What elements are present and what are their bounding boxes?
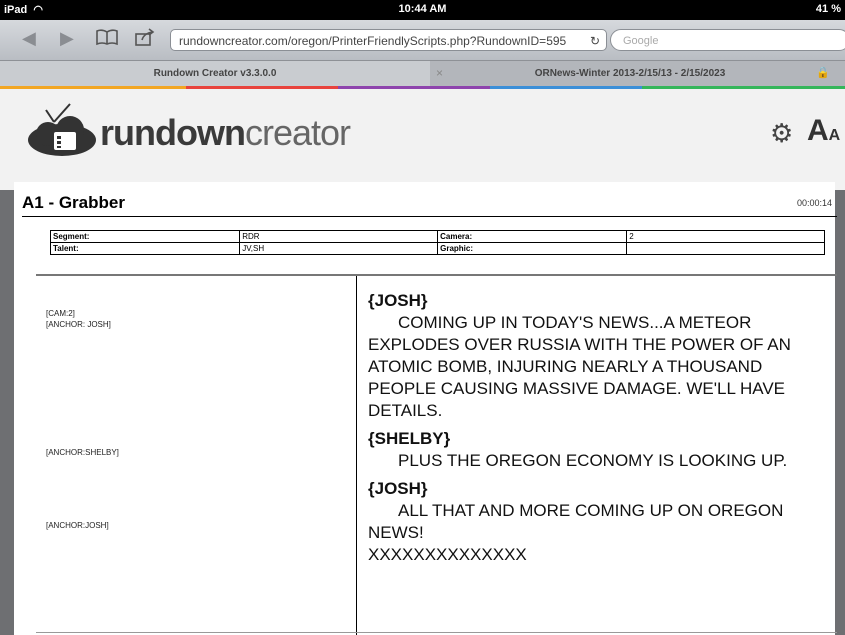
cue-block: [ANCHOR:JOSH]: [46, 520, 109, 531]
tab-bar: Rundown Creator v3.3.0.0 × ORNews-Winter…: [0, 61, 845, 86]
segment-label: Segment:: [49, 230, 241, 243]
cue-line: [ANCHOR:SHELBY]: [46, 448, 119, 457]
back-icon[interactable]: ◀: [22, 28, 36, 49]
speaker-name: {JOSH}: [368, 479, 428, 498]
speaker-name: {SHELBY}: [368, 429, 451, 448]
share-icon[interactable]: [134, 28, 156, 51]
graphic-label: Graphic:: [437, 242, 628, 255]
story-duration: 00:00:14: [797, 198, 833, 208]
reload-icon[interactable]: ↻: [590, 30, 600, 50]
lock-icon: 🔒: [816, 67, 830, 79]
tab-ornews[interactable]: ORNews-Winter 2013-2/15/13 - 2/15/2023: [460, 61, 800, 86]
font-size-icon[interactable]: AA: [807, 114, 840, 148]
bookmarks-icon[interactable]: [96, 28, 118, 51]
right-gutter: [835, 190, 845, 635]
script-paragraph: ALL THAT AND MORE COMING UP ON OREGON NE…: [368, 501, 784, 542]
logo-wordmark: rundowncreator: [100, 112, 351, 153]
forward-icon[interactable]: ▶: [60, 28, 74, 49]
camera-label: Camera:: [437, 230, 628, 243]
column-divider: [356, 276, 357, 635]
settings-gear-icon[interactable]: ⚙: [770, 118, 793, 149]
tab-rundown-creator[interactable]: Rundown Creator v3.3.0.0: [0, 61, 430, 86]
story-info-table: Segment: RDR Camera: 2 Talent: JV,SH Gra…: [49, 230, 825, 255]
script-paragraph: COMING UP IN TODAY'S NEWS...A METEOR EXP…: [368, 313, 791, 420]
camera-value: 2: [626, 230, 825, 243]
status-battery: 41 %: [815, 3, 841, 15]
story-title: A1 - Grabber: [22, 193, 125, 212]
script-paragraph: PLUS THE OREGON ECONOMY IS LOOKING UP.: [398, 451, 788, 470]
speaker-name: {JOSH}: [368, 291, 428, 310]
graphic-value: [626, 242, 825, 255]
segment-value: RDR: [239, 230, 439, 243]
cue-block: [CAM:2] [ANCHOR: JOSH]: [46, 308, 111, 330]
status-time: 10:44 AM: [398, 3, 447, 15]
talent-label: Talent:: [49, 242, 241, 255]
section-rule: [36, 274, 837, 276]
talent-value: JV,SH: [239, 242, 439, 255]
search-field[interactable]: Google: [610, 29, 845, 51]
bottom-rule: [36, 632, 837, 633]
rundowncreator-logo-icon: [24, 100, 99, 160]
cue-line: [CAM:2]: [46, 309, 75, 318]
script-text: {JOSH} COMING UP IN TODAY'S NEWS...A MET…: [368, 288, 828, 566]
close-tab-icon[interactable]: ×: [436, 61, 443, 86]
search-placeholder: Google: [623, 35, 659, 47]
cue-block: [ANCHOR:SHELBY]: [46, 447, 119, 458]
status-bar: iPad ︎ ◠ 10:44 AM 41 %: [0, 0, 845, 20]
left-gutter: [0, 190, 14, 635]
address-bar[interactable]: rundowncreator.com/oregon/PrinterFriendl…: [170, 29, 607, 51]
browser-toolbar: ◀ ▶ rundowncreator.com/oregon/PrinterFri…: [0, 20, 845, 61]
cue-line: [ANCHOR:JOSH]: [46, 521, 109, 530]
url-text: rundowncreator.com/oregon/PrinterFriendl…: [179, 34, 567, 48]
cue-line: [ANCHOR: JOSH]: [46, 320, 111, 329]
title-rule: [22, 216, 837, 217]
script-end-marker: XXXXXXXXXXXXXX: [368, 545, 527, 564]
